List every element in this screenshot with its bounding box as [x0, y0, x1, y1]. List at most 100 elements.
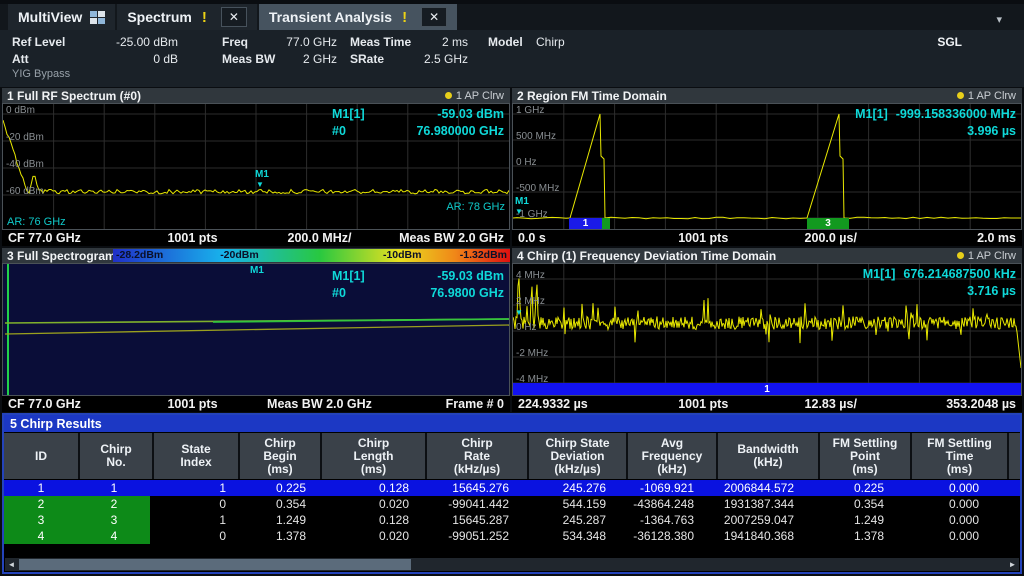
table-cell[interactable]: 0.000 [892, 512, 987, 528]
window-region-fm-time-domain: 2 Region FM Time Domain 1 AP Clrw M1[1]-… [512, 88, 1022, 246]
marker-m1-icon[interactable]: ▼ [515, 308, 523, 318]
field-att[interactable]: Att0 dB [12, 52, 178, 68]
table-cell[interactable]: 1.249 [802, 512, 892, 528]
table-cell[interactable]: 0 [150, 528, 234, 544]
table-cell[interactable]: 0.225 [234, 480, 314, 496]
scroll-left-icon[interactable]: ◄ [5, 558, 18, 571]
table-cell[interactable]: 15645.276 [417, 480, 517, 496]
table-row[interactable]: 4401.3780.020-99051.252534.348-36128.380… [4, 528, 1020, 544]
table-cell[interactable]: 1941840.368 [702, 528, 802, 544]
column-header[interactable]: ID [4, 433, 78, 479]
trace-dot-icon [445, 92, 452, 99]
window2-titlebar[interactable]: 2 Region FM Time Domain 1 AP Clrw [512, 88, 1022, 103]
scrollbar-thumb[interactable] [19, 559, 411, 570]
window1-title: 1 Full RF Spectrum (#0) [7, 89, 141, 103]
tab-transient-close-icon[interactable]: ✕ [421, 7, 447, 27]
tab-transient-analysis[interactable]: Transient Analysis ! ✕ [259, 4, 457, 30]
table-cell[interactable]: 2 [4, 496, 78, 512]
column-header[interactable]: State Index [154, 433, 238, 479]
horizontal-scrollbar[interactable]: ◄ ► [5, 558, 1019, 571]
tab-transient-label: Transient Analysis [269, 9, 392, 25]
field-freq[interactable]: Freq77.0 GHz [222, 35, 337, 51]
region-1-bar[interactable]: 1 [569, 218, 602, 229]
table-cell[interactable]: 1 [150, 480, 234, 496]
table-row[interactable]: 3311.2490.12815645.287245.287-1364.76320… [4, 512, 1020, 528]
table-cell[interactable]: 0.020 [314, 496, 417, 512]
table-cell[interactable]: 0.128 [314, 512, 417, 528]
window1-titlebar[interactable]: 1 Full RF Spectrum (#0) 1 AP Clrw [2, 88, 510, 103]
table-cell[interactable]: 0.225 [802, 480, 892, 496]
column-header[interactable]: Avg Frequency (kHz) [628, 433, 716, 479]
y-axis-label: -4 MHz [516, 374, 548, 385]
table-cell[interactable]: -99041.442 [417, 496, 517, 512]
table-cell[interactable]: 544.159 [517, 496, 614, 512]
table-row[interactable]: 2200.3540.020-99041.442544.159-43864.248… [4, 496, 1020, 512]
marker-m1-icon[interactable]: ▼ [256, 180, 264, 190]
column-header[interactable]: Chirp Length (ms) [322, 433, 425, 479]
scroll-right-icon[interactable]: ► [1006, 558, 1019, 571]
table-cell[interactable]: 245.287 [517, 512, 614, 528]
column-header[interactable]: Chirp Begin (ms) [240, 433, 320, 479]
table-cell[interactable]: 0.128 [314, 480, 417, 496]
table-row[interactable]: 1110.2250.12815645.276245.276-1069.92120… [4, 480, 1020, 496]
field-srate[interactable]: SRate2.5 GHz [350, 52, 468, 68]
table-cell[interactable]: 0.354 [234, 496, 314, 512]
window3-titlebar[interactable]: 3 Full Spectrogram -28.2dBm -20dBm -10dB… [2, 248, 510, 263]
analysis-region-left: AR: 76 GHz [7, 216, 66, 228]
table-cell[interactable]: 1.378 [802, 528, 892, 544]
tab-multiview[interactable]: MultiView [8, 4, 115, 30]
window2-plot-area[interactable]: M1[1]-999.158336000 MHz 3.996 µs M1 ▼ 1 … [512, 103, 1022, 230]
trace-badge: 1 AP Clrw [445, 88, 504, 103]
table-cell[interactable]: -36128.380 [614, 528, 702, 544]
table-cell[interactable]: 4 [4, 528, 78, 544]
table-cell[interactable]: 2 [78, 496, 150, 512]
table-cell[interactable]: 15645.287 [417, 512, 517, 528]
table-cell[interactable]: -1069.921 [614, 480, 702, 496]
column-header[interactable]: FM Settling Time (ms) [912, 433, 1007, 479]
column-header[interactable]: FM Settling Point (ms) [820, 433, 910, 479]
tab-spectrum[interactable]: Spectrum ! ✕ [117, 4, 257, 30]
table-cell[interactable]: 0.000 [892, 528, 987, 544]
trace-dot-icon [957, 92, 964, 99]
table-cell[interactable]: 3 [4, 512, 78, 528]
field-meas-bw[interactable]: Meas BW2 GHz [222, 52, 337, 68]
field-meas-time[interactable]: Meas Time2 ms [350, 35, 468, 51]
table-cell[interactable]: 0.000 [892, 496, 987, 512]
marker-m1-label[interactable]: M1 [250, 266, 264, 276]
column-header[interactable]: Chirp State Deviation (kHz/µs) [529, 433, 626, 479]
marker-m1-icon[interactable]: ▼ [515, 207, 523, 217]
region-3-bar[interactable]: 3 [807, 218, 849, 229]
field-ref-level[interactable]: Ref Level-25.00 dBm [12, 35, 178, 51]
table-cell[interactable]: 1 [78, 480, 150, 496]
table-cell[interactable]: 2006844.572 [702, 480, 802, 496]
trace-dot-icon [957, 252, 964, 259]
table-cell[interactable]: 1931387.344 [702, 496, 802, 512]
table-cell[interactable]: 0.000 [892, 480, 987, 496]
table-cell[interactable]: 0.020 [314, 528, 417, 544]
column-header[interactable]: Chirp No. [80, 433, 152, 479]
window4-plot-area[interactable]: M1[1]676.214687500 kHz 3.716 µs ▼ 1 4 MH… [512, 263, 1022, 396]
window3-plot-area[interactable]: M1 M1[1]-59.03 dBm #076.9800 GHz [2, 263, 510, 396]
column-header[interactable]: Chirp Rate (kHz/µs) [427, 433, 527, 479]
tab-spectrum-close-icon[interactable]: ✕ [221, 7, 247, 27]
table-cell[interactable]: 1.249 [234, 512, 314, 528]
table-cell[interactable]: 2007259.047 [702, 512, 802, 528]
field-model[interactable]: ModelChirp [488, 35, 565, 51]
table-title[interactable]: 5 Chirp Results [4, 415, 1020, 432]
table-cell[interactable]: 0 [150, 496, 234, 512]
table-cell[interactable]: 1 [4, 480, 78, 496]
table-cell[interactable]: -43864.248 [614, 496, 702, 512]
column-header[interactable]: Bandwidth (kHz) [718, 433, 818, 479]
window1-plot-area[interactable]: M1[1]-59.03 dBm #076.980000 GHz M1 ▼ AR:… [2, 103, 510, 230]
table-cell[interactable]: 4 [78, 528, 150, 544]
table-cell[interactable]: 1 [150, 512, 234, 528]
table-cell[interactable]: 1.378 [234, 528, 314, 544]
chevron-down-icon[interactable]: ▾ [996, 13, 1002, 26]
table-cell[interactable]: 0.354 [802, 496, 892, 512]
table-cell[interactable]: -1364.763 [614, 512, 702, 528]
table-cell[interactable]: 534.348 [517, 528, 614, 544]
table-cell[interactable]: -99051.252 [417, 528, 517, 544]
window4-titlebar[interactable]: 4 Chirp (1) Frequency Deviation Time Dom… [512, 248, 1022, 263]
table-cell[interactable]: 245.276 [517, 480, 614, 496]
table-cell[interactable]: 3 [78, 512, 150, 528]
